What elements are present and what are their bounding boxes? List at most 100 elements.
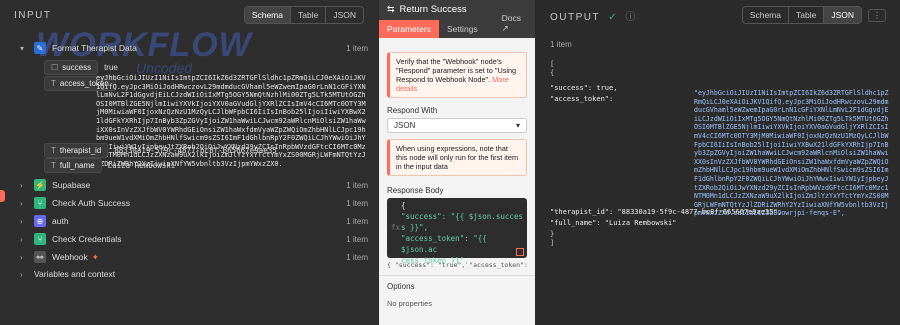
warning-text: When using expressions, note that this n… <box>396 144 519 171</box>
tree-node-label: Webhook <box>52 252 88 262</box>
field-success: ☐ success true <box>44 60 344 75</box>
chevron-right-icon[interactable]: › <box>20 270 30 279</box>
output-item-count: 1 item <box>550 40 572 49</box>
input-panel: INPUT Schema Table JSON WORKFLOW Uncoded… <box>0 0 378 325</box>
info-icon: ⓘ <box>625 11 637 23</box>
tab-docs[interactable]: Docs ↗ <box>486 13 537 38</box>
output-toolbar: Schema Table JSON ⋮ <box>741 6 886 24</box>
code-line: "success": "{{ $json.succes <box>401 212 523 221</box>
field-value-success: true <box>104 63 118 72</box>
item-count: 1 item <box>346 43 368 53</box>
output-title: OUTPUT <box>550 11 600 23</box>
chevron-right-icon[interactable]: › <box>20 217 30 226</box>
node-tabs: Parameters Settings Docs ↗ <box>379 13 535 38</box>
chevron-right-icon[interactable]: › <box>20 253 30 262</box>
drag-handle-left[interactable] <box>0 190 5 202</box>
input-view-toggle: Schema Table JSON <box>243 6 364 24</box>
http-icon: ⊕ <box>34 215 46 227</box>
code-line: s }}", <box>401 223 429 232</box>
json-line: "access_token": <box>550 94 614 103</box>
json-line: "full_name": "Luiza Rembowski" <box>550 218 677 227</box>
tree-node-label: Format Therapist Data <box>52 43 137 53</box>
tab-settings[interactable]: Settings <box>439 24 486 38</box>
field-therapist-id: Ttherapist_id 88330a19-5f9c-4877-bc8f-66… <box>44 143 364 158</box>
tree-node-check-credentials[interactable]: › ⑂ Check Credentials 1 item <box>0 233 378 245</box>
json-line: [ <box>550 60 555 68</box>
chevron-down-icon: ▾ <box>515 121 520 130</box>
item-count: 1 item <box>346 198 368 208</box>
json-line: "success": true, <box>550 83 618 92</box>
divider <box>379 275 535 276</box>
fx-icon: fx <box>391 223 401 232</box>
boolean-icon: ☐ <box>51 63 59 72</box>
string-icon: T <box>51 161 56 170</box>
tree-node-check-auth-success[interactable]: › ⑂ Check Auth Success 1 item <box>0 197 378 209</box>
trigger-bolt-icon: ✦ <box>91 251 99 262</box>
respond-with-value: JSON <box>394 121 416 130</box>
success-check-icon: ✓ <box>608 11 619 23</box>
code-line: "access_token": "{{ $json.ac <box>401 234 487 254</box>
respond-with-label: Respond With <box>387 106 438 115</box>
respond-webhook-icon: ⇆ <box>387 3 395 14</box>
node-title[interactable]: Return Success <box>400 4 467 15</box>
input-tab-json[interactable]: JSON <box>326 7 363 23</box>
supabase-icon: ⚡ <box>34 179 46 191</box>
input-tab-schema[interactable]: Schema <box>244 7 291 23</box>
chevron-right-icon[interactable]: › <box>20 199 30 208</box>
tree-node-format-therapist-data[interactable]: ▾ ✎ Format Therapist Data 1 item <box>0 42 378 54</box>
field-key-therapist-id[interactable]: Ttherapist_id <box>44 143 109 158</box>
tree-node-label: Supabase <box>52 180 91 190</box>
field-key-full-name[interactable]: Tfull_name <box>44 158 102 173</box>
expand-editor-icon[interactable] <box>516 248 524 256</box>
output-panel: OUTPUT ✓ ⓘ Schema Table JSON ⋮ 1 item [ … <box>536 0 900 325</box>
output-json-tail: "therapist_id": "88330a19-5f9c-4877-bc8f… <box>550 208 782 248</box>
node-panel: ⇆ Return Success Parameters Settings Doc… <box>379 0 535 325</box>
webhook-warning-notice: Verify that the "Webhook" node's "Respon… <box>387 52 527 98</box>
webhook-icon: ⚯ <box>34 251 46 263</box>
expression-warning-notice: When using expressions, note that this n… <box>387 139 527 176</box>
tree-node-label: Check Auth Success <box>52 198 130 208</box>
tree-node-label: Check Credentials <box>52 234 122 244</box>
output-header: OUTPUT ✓ ⓘ Schema Table JSON ⋮ <box>536 0 900 30</box>
if-node-icon: ⑂ <box>34 197 46 209</box>
output-tab-table[interactable]: Table <box>789 7 825 23</box>
json-line: } <box>550 229 555 238</box>
tree-node-auth[interactable]: › ⊕ auth 1 item <box>0 215 378 227</box>
output-title-wrap: OUTPUT ✓ ⓘ <box>550 8 637 23</box>
tree-node-webhook[interactable]: › ⚯ Webhook ✦ 1 item <box>0 251 378 263</box>
code-line: cess_token }}", <box>401 256 469 265</box>
string-icon: T <box>51 146 56 155</box>
string-icon: T <box>51 79 56 88</box>
field-access-token: Taccess_token <box>44 76 116 91</box>
code-line: { <box>401 201 406 210</box>
item-count: 1 item <box>346 234 368 244</box>
input-tab-table[interactable]: Table <box>291 7 327 23</box>
respond-with-select[interactable]: JSON ▾ <box>387 118 527 133</box>
output-tab-json[interactable]: JSON <box>824 7 861 23</box>
tree-node-label: Variables and context <box>34 269 116 279</box>
more-options-icon[interactable]: ⋮ <box>868 8 886 22</box>
json-line: { <box>550 68 555 77</box>
options-label: Options <box>387 282 415 291</box>
field-key-success[interactable]: ☐ success <box>44 60 99 75</box>
response-body-label: Response Body <box>387 186 444 195</box>
output-tab-schema[interactable]: Schema <box>743 7 789 23</box>
item-count: 1 item <box>346 180 368 190</box>
chevron-down-icon[interactable]: ▾ <box>20 44 30 53</box>
chevron-right-icon[interactable]: › <box>20 181 30 190</box>
tab-parameters[interactable]: Parameters <box>379 20 439 38</box>
json-access-token-value: "eyJhbGciOiJIUzI1NiIsImtpZCI6IkZ6d3ZRTGF… <box>694 89 889 218</box>
response-body-editor[interactable]: { "success": "{{ $json.succes s }}", "ac… <box>387 198 527 265</box>
output-view-toggle: Schema Table JSON <box>741 6 862 24</box>
tree-node-label: auth <box>52 216 69 226</box>
tree-node-supabase[interactable]: › ⚡ Supabase 1 item <box>0 179 378 191</box>
field-full-name: Tfull_name Luiza Rembowski <box>44 158 364 173</box>
item-count: 1 item <box>346 216 368 226</box>
chevron-right-icon[interactable]: › <box>20 235 30 244</box>
field-value-full-name: Luiza Rembowski <box>107 161 176 170</box>
tree-node-variables[interactable]: › Variables and context <box>0 269 378 279</box>
no-properties-text: No properties <box>387 299 433 308</box>
input-title: INPUT <box>14 9 52 21</box>
edit-fields-icon: ✎ <box>34 42 46 54</box>
json-line: "therapist_id": "88330a19-5f9c-4877-bc8f… <box>550 208 782 216</box>
